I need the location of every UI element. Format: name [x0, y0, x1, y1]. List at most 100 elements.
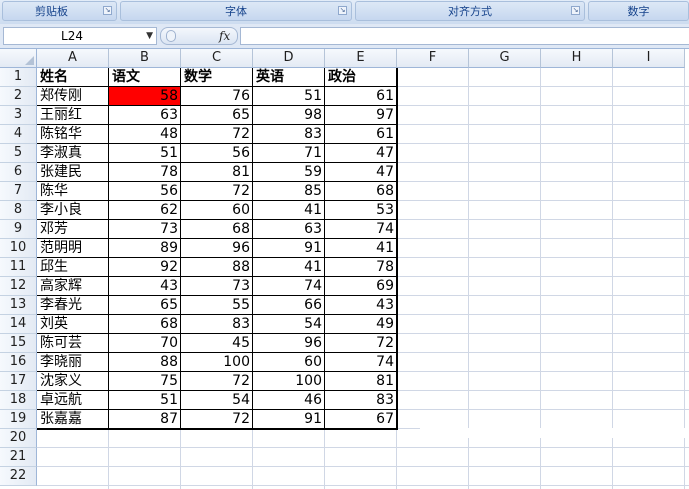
cell-c3[interactable]: 65: [181, 106, 253, 125]
row-header-20[interactable]: 20: [0, 429, 37, 448]
cell-d14[interactable]: 54: [253, 315, 325, 334]
cell-c13[interactable]: 55: [181, 296, 253, 315]
row-header-18[interactable]: 18: [0, 391, 37, 410]
cell-a6[interactable]: 张建民: [37, 163, 109, 182]
cell-a10[interactable]: 范明明: [37, 239, 109, 258]
cell-c14[interactable]: 83: [181, 315, 253, 334]
row-header-16[interactable]: 16: [0, 353, 37, 372]
cell-c12[interactable]: 73: [181, 277, 253, 296]
cell-b2[interactable]: 58: [109, 87, 181, 106]
cell-a8[interactable]: 李小良: [37, 201, 109, 220]
cell-a3[interactable]: 王丽红: [37, 106, 109, 125]
cell-d5[interactable]: 71: [253, 144, 325, 163]
cell-e13[interactable]: 43: [325, 296, 397, 315]
row-header-7[interactable]: 7: [0, 182, 37, 201]
cell-c9[interactable]: 68: [181, 220, 253, 239]
cell-e6[interactable]: 47: [325, 163, 397, 182]
cell-e7[interactable]: 68: [325, 182, 397, 201]
cell-c19[interactable]: 72: [181, 410, 253, 429]
row-header-10[interactable]: 10: [0, 239, 37, 258]
cell-e4[interactable]: 61: [325, 125, 397, 144]
cell-b1[interactable]: 语文: [109, 68, 181, 87]
cell-b9[interactable]: 73: [109, 220, 181, 239]
cell-a9[interactable]: 邓芳: [37, 220, 109, 239]
cell-d1[interactable]: 英语: [253, 68, 325, 87]
cell-e17[interactable]: 81: [325, 372, 397, 391]
clipboard-dialog-launcher-icon[interactable]: ↘: [103, 6, 112, 15]
cell-a11[interactable]: 邱生: [37, 258, 109, 277]
row-header-3[interactable]: 3: [0, 106, 37, 125]
row-header-1[interactable]: 1: [0, 68, 37, 87]
cell-d18[interactable]: 46: [253, 391, 325, 410]
cell-a5[interactable]: 李淑真: [37, 144, 109, 163]
cell-a14[interactable]: 刘英: [37, 315, 109, 334]
cell-d4[interactable]: 83: [253, 125, 325, 144]
column-header-d[interactable]: D: [253, 49, 325, 68]
column-header-b[interactable]: B: [109, 49, 181, 68]
cell-d19[interactable]: 91: [253, 410, 325, 429]
cell-d16[interactable]: 60: [253, 353, 325, 372]
cell-d10[interactable]: 91: [253, 239, 325, 258]
cell-b16[interactable]: 88: [109, 353, 181, 372]
row-header-4[interactable]: 4: [0, 125, 37, 144]
cell-d8[interactable]: 41: [253, 201, 325, 220]
cell-c2[interactable]: 76: [181, 87, 253, 106]
cell-e11[interactable]: 78: [325, 258, 397, 277]
column-header-c[interactable]: C: [181, 49, 253, 68]
cell-b8[interactable]: 62: [109, 201, 181, 220]
cell-e3[interactable]: 97: [325, 106, 397, 125]
cell-a12[interactable]: 高家辉: [37, 277, 109, 296]
column-header-h[interactable]: H: [541, 49, 613, 68]
cell-b19[interactable]: 87: [109, 410, 181, 429]
cell-e12[interactable]: 69: [325, 277, 397, 296]
cell-e16[interactable]: 74: [325, 353, 397, 372]
column-header-g[interactable]: G: [469, 49, 541, 68]
cell-a4[interactable]: 陈铭华: [37, 125, 109, 144]
cell-b14[interactable]: 68: [109, 315, 181, 334]
cell-e9[interactable]: 74: [325, 220, 397, 239]
cell-d3[interactable]: 98: [253, 106, 325, 125]
cell-d13[interactable]: 66: [253, 296, 325, 315]
cell-b11[interactable]: 92: [109, 258, 181, 277]
cell-e2[interactable]: 61: [325, 87, 397, 106]
cell-e8[interactable]: 53: [325, 201, 397, 220]
cell-b13[interactable]: 65: [109, 296, 181, 315]
cell-b5[interactable]: 51: [109, 144, 181, 163]
cell-d6[interactable]: 59: [253, 163, 325, 182]
cell-a19[interactable]: 张嘉嘉: [37, 410, 109, 429]
cell-e10[interactable]: 41: [325, 239, 397, 258]
row-header-11[interactable]: 11: [0, 258, 37, 277]
chevron-down-icon[interactable]: ▼: [146, 28, 153, 44]
cell-c17[interactable]: 72: [181, 372, 253, 391]
resize-grip-icon[interactable]: [166, 30, 176, 42]
formula-input[interactable]: [240, 27, 689, 45]
cell-c10[interactable]: 96: [181, 239, 253, 258]
cell-e15[interactable]: 72: [325, 334, 397, 353]
cell-b7[interactable]: 56: [109, 182, 181, 201]
column-header-i[interactable]: I: [613, 49, 685, 68]
cell-a16[interactable]: 李晓丽: [37, 353, 109, 372]
select-all-button[interactable]: [0, 49, 37, 68]
cell-b10[interactable]: 89: [109, 239, 181, 258]
row-header-6[interactable]: 6: [0, 163, 37, 182]
row-header-5[interactable]: 5: [0, 144, 37, 163]
alignment-dialog-launcher-icon[interactable]: ↘: [571, 6, 580, 15]
cell-c11[interactable]: 88: [181, 258, 253, 277]
column-header-a[interactable]: A: [37, 49, 109, 68]
cell-d15[interactable]: 96: [253, 334, 325, 353]
cell-c6[interactable]: 81: [181, 163, 253, 182]
row-header-14[interactable]: 14: [0, 315, 37, 334]
cell-a2[interactable]: 郑传刚: [37, 87, 109, 106]
cell-b17[interactable]: 75: [109, 372, 181, 391]
insert-function-icon[interactable]: fx: [219, 29, 230, 43]
cell-a15[interactable]: 陈可芸: [37, 334, 109, 353]
cell-b15[interactable]: 70: [109, 334, 181, 353]
cell-c16[interactable]: 100: [181, 353, 253, 372]
cell-b18[interactable]: 51: [109, 391, 181, 410]
cell-c1[interactable]: 数学: [181, 68, 253, 87]
row-header-22[interactable]: 22: [0, 467, 37, 486]
cell-b12[interactable]: 43: [109, 277, 181, 296]
font-dialog-launcher-icon[interactable]: ↘: [338, 6, 347, 15]
cell-e19[interactable]: 67: [325, 410, 397, 429]
cell-c7[interactable]: 72: [181, 182, 253, 201]
